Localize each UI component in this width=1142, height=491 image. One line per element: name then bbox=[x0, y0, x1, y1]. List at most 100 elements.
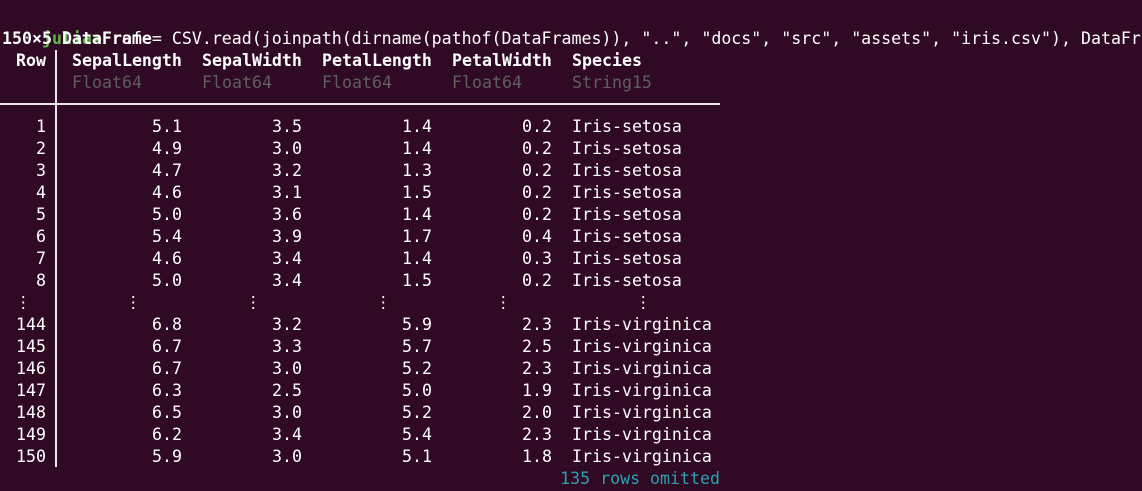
cell-sepal-length: 5.1 bbox=[152, 117, 182, 136]
cell-species: Iris-setosa bbox=[572, 161, 682, 180]
cell-petal-length: 1.4 bbox=[402, 249, 432, 268]
cell-row: 2 bbox=[36, 139, 46, 158]
cell-petal-length: 5.2 bbox=[402, 359, 432, 378]
cell-row: 4 bbox=[36, 183, 46, 202]
cell-species: Iris-setosa bbox=[572, 249, 682, 268]
cell-sepal-width: 3.4 bbox=[272, 249, 302, 268]
cell-petal-length: 5.7 bbox=[402, 337, 432, 356]
cell-petal-width: 2.3 bbox=[522, 359, 552, 378]
cell-sepal-length: 6.7 bbox=[152, 359, 182, 378]
cell-petal-width: 0.4 bbox=[522, 227, 552, 246]
column-separator bbox=[55, 50, 57, 467]
cell-species: Iris-setosa bbox=[572, 117, 682, 136]
cell-sepal-length: 5.4 bbox=[152, 227, 182, 246]
cell-species: Iris-setosa bbox=[572, 183, 682, 202]
cell-species: Iris-setosa bbox=[572, 205, 682, 224]
cell-petal-length: 1.4 bbox=[402, 139, 432, 158]
cell-petal-width: 0.2 bbox=[522, 183, 552, 202]
cell-sepal-width: 3.4 bbox=[272, 271, 302, 290]
cell-sepal-width: 3.6 bbox=[272, 205, 302, 224]
cell-sepal-length: 5.9 bbox=[152, 447, 182, 466]
cell-sepal-length: 6.2 bbox=[152, 425, 182, 444]
cell-petal-length: 5.0 bbox=[402, 381, 432, 400]
cell-species: Iris-virginica bbox=[572, 425, 712, 444]
cell-row: 149 bbox=[16, 425, 46, 444]
cell-petal-length: 5.2 bbox=[402, 403, 432, 422]
ellipsis-petal-length: ⋮ bbox=[375, 293, 392, 312]
command-line: julia> ref = CSV.read(joinpath(dirname(p… bbox=[2, 6, 1142, 48]
cell-sepal-width: 3.3 bbox=[272, 337, 302, 356]
column-header-sepal-length: SepalLength bbox=[72, 51, 182, 70]
cell-sepal-length: 6.8 bbox=[152, 315, 182, 334]
ellipsis-sepal-width: ⋮ bbox=[245, 293, 262, 312]
dataframe-summary: 150×5 DataFrame bbox=[2, 29, 152, 48]
cell-sepal-width: 3.0 bbox=[272, 403, 302, 422]
cell-sepal-width: 3.2 bbox=[272, 315, 302, 334]
cell-sepal-width: 3.2 bbox=[272, 161, 302, 180]
cell-species: Iris-virginica bbox=[572, 381, 712, 400]
cell-petal-length: 1.4 bbox=[402, 205, 432, 224]
cell-petal-length: 5.4 bbox=[402, 425, 432, 444]
cell-sepal-width: 3.1 bbox=[272, 183, 302, 202]
cell-row: 6 bbox=[36, 227, 46, 246]
cell-sepal-length: 6.7 bbox=[152, 337, 182, 356]
cell-species: Iris-setosa bbox=[572, 271, 682, 290]
cell-petal-width: 0.2 bbox=[522, 117, 552, 136]
cell-sepal-width: 3.0 bbox=[272, 447, 302, 466]
cell-row: 8 bbox=[36, 271, 46, 290]
cell-row: 144 bbox=[16, 315, 46, 334]
cell-sepal-length: 6.5 bbox=[152, 403, 182, 422]
cell-sepal-length: 4.9 bbox=[152, 139, 182, 158]
cell-row: 5 bbox=[36, 205, 46, 224]
cell-species: Iris-virginica bbox=[572, 337, 712, 356]
cell-sepal-width: 3.4 bbox=[272, 425, 302, 444]
cell-petal-width: 0.2 bbox=[522, 161, 552, 180]
cell-species: Iris-setosa bbox=[572, 139, 682, 158]
cell-petal-width: 0.2 bbox=[522, 205, 552, 224]
column-header-species: Species bbox=[572, 51, 642, 70]
cell-sepal-length: 5.0 bbox=[152, 205, 182, 224]
cell-petal-width: 2.5 bbox=[522, 337, 552, 356]
cell-row: 147 bbox=[16, 381, 46, 400]
cell-sepal-width: 3.5 bbox=[272, 117, 302, 136]
cell-sepal-width: 2.5 bbox=[272, 381, 302, 400]
cell-row: 145 bbox=[16, 337, 46, 356]
cell-petal-width: 2.3 bbox=[522, 315, 552, 334]
cell-petal-length: 1.5 bbox=[402, 183, 432, 202]
cell-petal-length: 5.9 bbox=[402, 315, 432, 334]
cell-row: 1 bbox=[36, 117, 46, 136]
cell-petal-width: 0.3 bbox=[522, 249, 552, 268]
ellipsis-species: ⋮ bbox=[635, 293, 652, 312]
cell-petal-length: 5.1 bbox=[402, 447, 432, 466]
cell-petal-length: 1.3 bbox=[402, 161, 432, 180]
ellipsis-petal-width: ⋮ bbox=[495, 293, 512, 312]
cell-petal-length: 1.7 bbox=[402, 227, 432, 246]
cell-sepal-length: 4.6 bbox=[152, 183, 182, 202]
cell-sepal-length: 4.7 bbox=[152, 161, 182, 180]
rows-omitted-note: 135 rows omitted bbox=[560, 469, 720, 488]
cell-petal-width: 2.3 bbox=[522, 425, 552, 444]
cell-sepal-length: 6.3 bbox=[152, 381, 182, 400]
cell-petal-length: 1.5 bbox=[402, 271, 432, 290]
cell-row: 150 bbox=[16, 447, 46, 466]
cell-sepal-width: 3.9 bbox=[272, 227, 302, 246]
cell-sepal-length: 4.6 bbox=[152, 249, 182, 268]
cell-petal-width: 1.8 bbox=[522, 447, 552, 466]
column-type-petal-length: Float64 bbox=[322, 73, 392, 92]
ellipsis-sepal-length: ⋮ bbox=[125, 293, 142, 312]
column-header-petal-length: PetalLength bbox=[322, 51, 432, 70]
header-rule bbox=[0, 103, 720, 105]
cell-row: 7 bbox=[36, 249, 46, 268]
ellipsis-row: ⋮ bbox=[15, 293, 32, 312]
cell-sepal-width: 3.0 bbox=[272, 139, 302, 158]
cell-species: Iris-setosa bbox=[572, 227, 682, 246]
column-type-species: String15 bbox=[572, 73, 652, 92]
column-type-sepal-length: Float64 bbox=[72, 73, 142, 92]
cell-sepal-width: 3.0 bbox=[272, 359, 302, 378]
cell-petal-width: 0.2 bbox=[522, 139, 552, 158]
cell-petal-width: 1.9 bbox=[522, 381, 552, 400]
cell-petal-width: 2.0 bbox=[522, 403, 552, 422]
cell-row: 3 bbox=[36, 161, 46, 180]
cell-row: 148 bbox=[16, 403, 46, 422]
cell-petal-width: 0.2 bbox=[522, 271, 552, 290]
